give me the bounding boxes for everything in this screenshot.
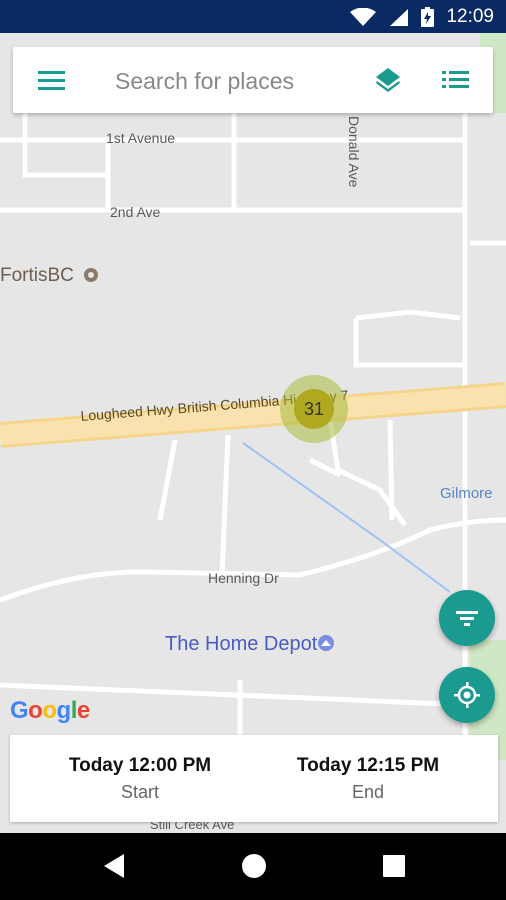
filter-button[interactable] [439, 590, 495, 646]
home-icon[interactable] [241, 853, 267, 879]
navigation-bar [0, 833, 506, 900]
end-time-label: End [351, 782, 385, 802]
google-logo-letter: o [42, 697, 57, 724]
search-bar [13, 47, 493, 113]
start-time-selector[interactable]: Today 12:00 PM Start [18, 735, 262, 822]
time-range-card: Today 12:00 PM Start Today 12:15 PM End [10, 735, 498, 822]
clock: 12:09 [446, 6, 494, 27]
start-time-label: Start [120, 782, 159, 802]
map-label-donald-ave: Donald Ave [346, 116, 362, 188]
signal-icon [390, 9, 408, 26]
my-location-icon [454, 682, 480, 708]
google-logo-letter: G [10, 697, 29, 724]
layers-icon[interactable] [373, 65, 403, 95]
filter-icon [456, 611, 478, 626]
cluster-count: 31 [294, 389, 334, 429]
end-time-value: Today 12:15 PM [296, 755, 440, 776]
recents-icon[interactable] [383, 855, 405, 877]
search-input[interactable] [113, 65, 357, 97]
google-attribution: Google [10, 697, 90, 725]
map-label-2nd-ave: 2nd Ave [110, 204, 161, 220]
wifi-icon [350, 8, 376, 26]
status-bar: 12:09 [0, 0, 506, 33]
back-icon[interactable] [102, 853, 126, 879]
start-time-value: Today 12:00 PM [68, 755, 212, 776]
map-label-1st-avenue: 1st Avenue [106, 130, 176, 146]
end-time-selector[interactable]: Today 12:15 PM End [246, 735, 490, 822]
google-logo-letter: g [56, 697, 72, 724]
cluster-marker[interactable]: 31 [280, 375, 348, 443]
map-label-fortis[interactable]: FortisBC [0, 265, 74, 287]
map-label-gilmore[interactable]: Gilmore [440, 485, 493, 502]
google-logo-letter: e [76, 697, 90, 724]
list-icon[interactable] [441, 68, 471, 92]
my-location-button[interactable] [439, 667, 495, 723]
map-label-henning-dr: Henning Dr [208, 570, 279, 586]
map-label-home-depot[interactable]: The Home Depot [165, 633, 317, 656]
battery-icon [421, 7, 434, 27]
google-logo-letter: o [28, 697, 43, 724]
menu-icon[interactable] [37, 67, 67, 93]
